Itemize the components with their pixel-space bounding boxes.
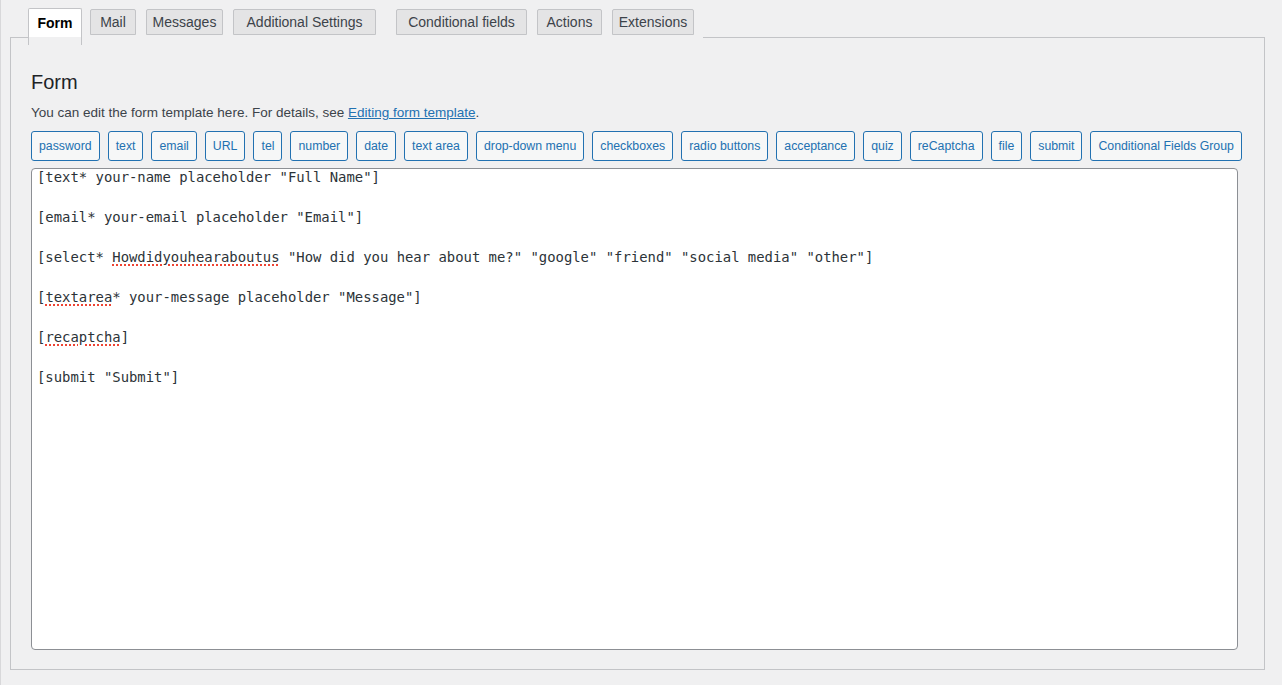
tag-button-url[interactable]: URL: [205, 131, 246, 161]
template-line: [textarea* your-message placeholder "Mes…: [37, 287, 1237, 307]
tag-generator-buttons: password text email URL tel number date …: [31, 131, 1244, 161]
template-line: [text* your-name placeholder "Full Name"…: [37, 168, 1237, 187]
tag-button-conditional-fields-group[interactable]: Conditional Fields Group: [1090, 131, 1241, 161]
editing-form-template-link[interactable]: Editing form template: [348, 105, 476, 120]
tab-mail[interactable]: Mail: [90, 9, 136, 35]
tag-button-text[interactable]: text: [108, 131, 144, 161]
tab-actions[interactable]: Actions: [537, 9, 602, 35]
tag-button-drop-down-menu[interactable]: drop-down menu: [476, 131, 584, 161]
tab-additional-settings[interactable]: Additional Settings: [233, 9, 376, 35]
tag-button-date[interactable]: date: [356, 131, 396, 161]
tag-button-checkboxes[interactable]: checkboxes: [592, 131, 673, 161]
template-blank-line: [37, 347, 1237, 367]
template-line: [email* your-email placeholder "Email"]: [37, 207, 1237, 227]
template-blank-line: [37, 227, 1237, 247]
tag-button-number[interactable]: number: [290, 131, 348, 161]
tab-form[interactable]: Form: [28, 8, 82, 37]
template-line: [select* Howdidyouhearaboutus "How did y…: [37, 247, 1237, 267]
misspelled-word: Howdidyouhearaboutus: [112, 249, 279, 265]
tab-conditional-fields[interactable]: Conditional fields: [396, 9, 527, 35]
tab-extensions[interactable]: Extensions: [612, 9, 694, 35]
template-line: [recaptcha]: [37, 327, 1237, 347]
tag-button-text-area[interactable]: text area: [404, 131, 468, 161]
description-text-after: .: [476, 105, 480, 120]
template-line: [submit "Submit"]: [37, 367, 1237, 387]
template-text-segment: [text* your-name placeholder "Full Name"…: [37, 169, 380, 185]
tab-messages[interactable]: Messages: [146, 9, 223, 35]
template-text-segment: * your-message placeholder "Message"]: [112, 289, 421, 305]
tag-button-quiz[interactable]: quiz: [863, 131, 902, 161]
template-blank-line: [37, 187, 1237, 207]
tag-button-file[interactable]: file: [991, 131, 1023, 161]
panel-description: You can edit the form template here. For…: [31, 104, 1264, 123]
tag-button-submit[interactable]: submit: [1030, 131, 1082, 161]
template-blank-line: [37, 267, 1237, 287]
panel-title: Form: [31, 70, 1264, 94]
admin-sidebar-edge: [0, 0, 1, 685]
form-template-editor[interactable]: [text* your-name placeholder "Full Name"…: [31, 168, 1238, 650]
misspelled-word: textarea: [45, 289, 112, 305]
tag-button-password[interactable]: password: [31, 131, 100, 161]
editor-tab-bar: Form Mail Messages Additional Settings C…: [28, 8, 703, 44]
form-editor-panel: Form You can edit the form template here…: [10, 37, 1265, 670]
tag-button-tel[interactable]: tel: [253, 131, 282, 161]
description-text-before: You can edit the form template here. For…: [31, 105, 348, 120]
tag-button-recaptcha[interactable]: reCaptcha: [910, 131, 983, 161]
tag-button-email[interactable]: email: [151, 131, 196, 161]
tag-button-acceptance[interactable]: acceptance: [776, 131, 855, 161]
template-text-segment: [submit "Submit"]: [37, 369, 179, 385]
template-text-segment: [email* your-email placeholder "Email"]: [37, 209, 363, 225]
template-text-segment: ]: [121, 329, 129, 345]
misspelled-word: recaptcha: [45, 329, 120, 345]
tag-button-radio-buttons[interactable]: radio buttons: [681, 131, 768, 161]
template-text-segment: "How did you hear about me?" "google" "f…: [280, 249, 874, 265]
template-text-segment: [select*: [37, 249, 112, 265]
template-blank-line: [37, 307, 1237, 327]
